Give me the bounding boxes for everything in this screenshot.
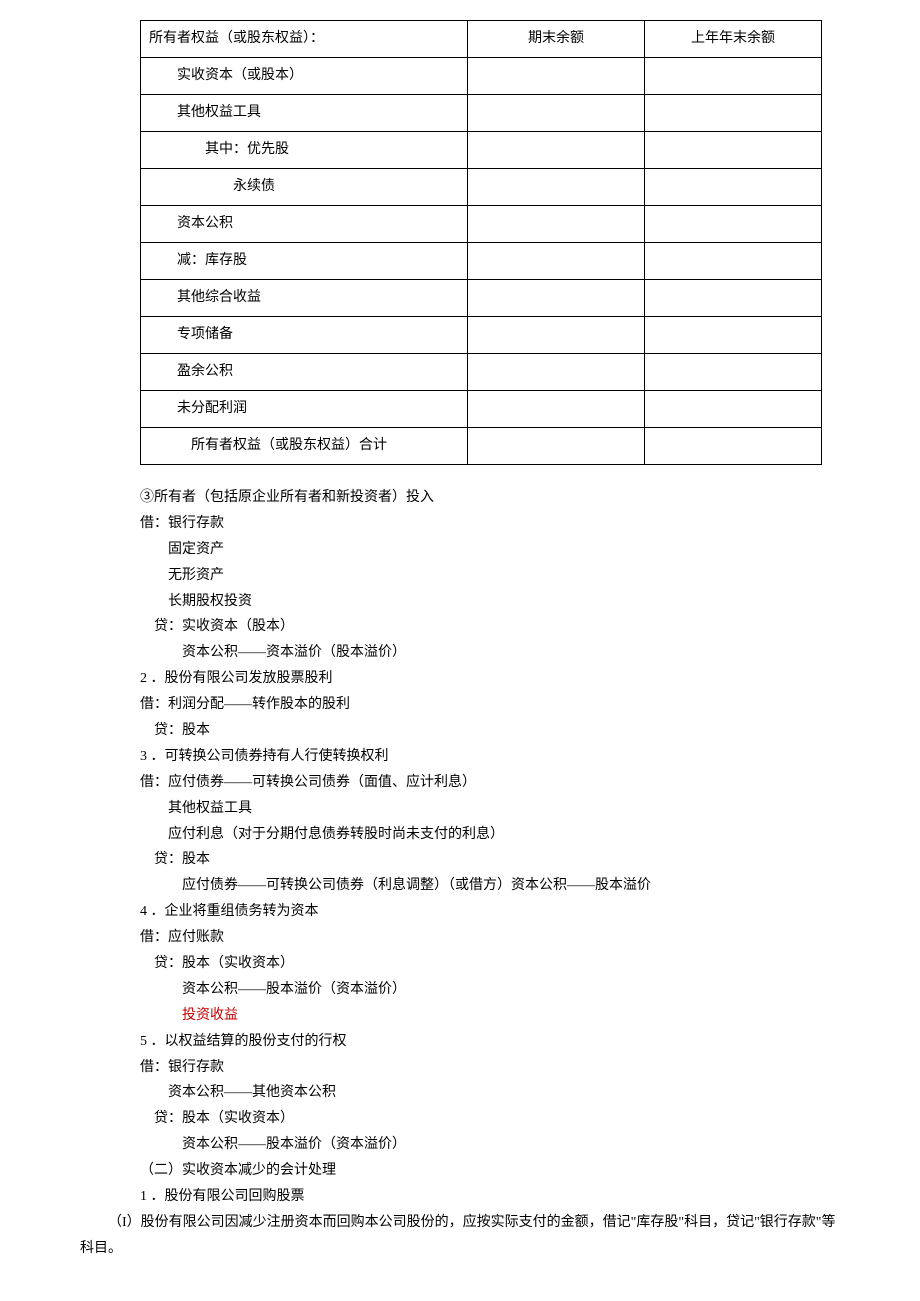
line: 应付债券——可转换公司债券（利息调整）（或借方）资本公积——股本溢价 xyxy=(140,873,840,899)
row-col2 xyxy=(645,428,822,465)
row-item: 其他综合收益 xyxy=(141,280,468,317)
row-item: 所有者权益（或股东权益）合计 xyxy=(141,428,468,465)
table-row: 未分配利润 xyxy=(141,391,822,428)
line: 无形资产 xyxy=(140,563,840,589)
row-col1 xyxy=(468,206,645,243)
table-row: 资本公积 xyxy=(141,206,822,243)
line: 贷：股本 xyxy=(140,718,840,744)
line: 资本公积——其他资本公积 xyxy=(140,1080,840,1106)
row-item: 盈余公积 xyxy=(141,354,468,391)
line: 借：应付账款 xyxy=(140,925,840,951)
body-text: ③所有者（包括原企业所有者和新投资者）投入 借：银行存款 固定资产 无形资产 长… xyxy=(80,485,840,1210)
row-item: 专项储备 xyxy=(141,317,468,354)
line: 固定资产 xyxy=(140,537,840,563)
line: ③所有者（包括原企业所有者和新投资者）投入 xyxy=(140,485,840,511)
document-page: 所有者权益（或股东权益）： 期末余额 上年年末余额 实收资本（或股本） 其他权益… xyxy=(0,0,920,1301)
line: 5 ．以权益结算的股份支付的行权 xyxy=(140,1029,840,1055)
table-row: 永续债 xyxy=(141,169,822,206)
header-col1: 期末余额 xyxy=(468,21,645,58)
line: 借：利润分配——转作股本的股利 xyxy=(140,692,840,718)
table-header-row: 所有者权益（或股东权益）： 期末余额 上年年末余额 xyxy=(141,21,822,58)
row-col2 xyxy=(645,206,822,243)
row-item: 未分配利润 xyxy=(141,391,468,428)
row-item: 实收资本（或股本） xyxy=(141,58,468,95)
row-item: 资本公积 xyxy=(141,206,468,243)
row-col2 xyxy=(645,354,822,391)
line: 借：银行存款 xyxy=(140,1055,840,1081)
line: 应付利息（对于分期付息债券转股时尚未支付的利息） xyxy=(140,822,840,848)
line: 贷：股本 xyxy=(140,847,840,873)
line-highlight: 投资收益 xyxy=(140,1003,840,1029)
row-col2 xyxy=(645,58,822,95)
table-row: 所有者权益（或股东权益）合计 xyxy=(141,428,822,465)
line: 贷：股本（实收资本） xyxy=(140,1106,840,1132)
row-col2 xyxy=(645,132,822,169)
row-col1 xyxy=(468,169,645,206)
table-row: 其他权益工具 xyxy=(141,95,822,132)
row-col2 xyxy=(645,169,822,206)
row-col1 xyxy=(468,243,645,280)
header-item: 所有者权益（或股东权益）： xyxy=(141,21,468,58)
row-item: 减：库存股 xyxy=(141,243,468,280)
row-item: 其他权益工具 xyxy=(141,95,468,132)
row-item: 其中：优先股 xyxy=(141,132,468,169)
row-col2 xyxy=(645,95,822,132)
table-row: 减：库存股 xyxy=(141,243,822,280)
line: 贷：实收资本（股本） xyxy=(140,614,840,640)
line: 借：银行存款 xyxy=(140,511,840,537)
line: 借：应付债券——可转换公司债券（面值、应计利息） xyxy=(140,770,840,796)
table-row: 盈余公积 xyxy=(141,354,822,391)
row-col2 xyxy=(645,243,822,280)
row-col1 xyxy=(468,58,645,95)
line: 资本公积——股本溢价（资本溢价） xyxy=(140,1132,840,1158)
line: 3 ．可转换公司债券持有人行使转换权利 xyxy=(140,744,840,770)
line: （二）实收资本减少的会计处理 xyxy=(140,1158,840,1184)
row-col1 xyxy=(468,317,645,354)
row-col2 xyxy=(645,317,822,354)
paragraph: （I）股份有限公司因减少注册资本而回购本公司股份的，应按实际支付的金额，借记"库… xyxy=(80,1210,840,1262)
row-col2 xyxy=(645,391,822,428)
row-col1 xyxy=(468,132,645,169)
row-item: 永续债 xyxy=(141,169,468,206)
line: 贷：股本（实收资本） xyxy=(140,951,840,977)
row-col1 xyxy=(468,95,645,132)
table-row: 其中：优先股 xyxy=(141,132,822,169)
row-col1 xyxy=(468,391,645,428)
row-col1 xyxy=(468,280,645,317)
line: 长期股权投资 xyxy=(140,589,840,615)
row-col1 xyxy=(468,354,645,391)
row-col1 xyxy=(468,428,645,465)
line: 4 ．企业将重组债务转为资本 xyxy=(140,899,840,925)
table-row: 专项储备 xyxy=(141,317,822,354)
table-row: 其他综合收益 xyxy=(141,280,822,317)
line: 资本公积——股本溢价（资本溢价） xyxy=(140,977,840,1003)
line: 其他权益工具 xyxy=(140,796,840,822)
line: 资本公积——资本溢价（股本溢价） xyxy=(140,640,840,666)
header-col2: 上年年末余额 xyxy=(645,21,822,58)
line: 2 ．股份有限公司发放股票股利 xyxy=(140,666,840,692)
table-row: 实收资本（或股本） xyxy=(141,58,822,95)
line: 1 ．股份有限公司回购股票 xyxy=(140,1184,840,1210)
equity-table: 所有者权益（或股东权益）： 期末余额 上年年末余额 实收资本（或股本） 其他权益… xyxy=(140,20,822,465)
row-col2 xyxy=(645,280,822,317)
